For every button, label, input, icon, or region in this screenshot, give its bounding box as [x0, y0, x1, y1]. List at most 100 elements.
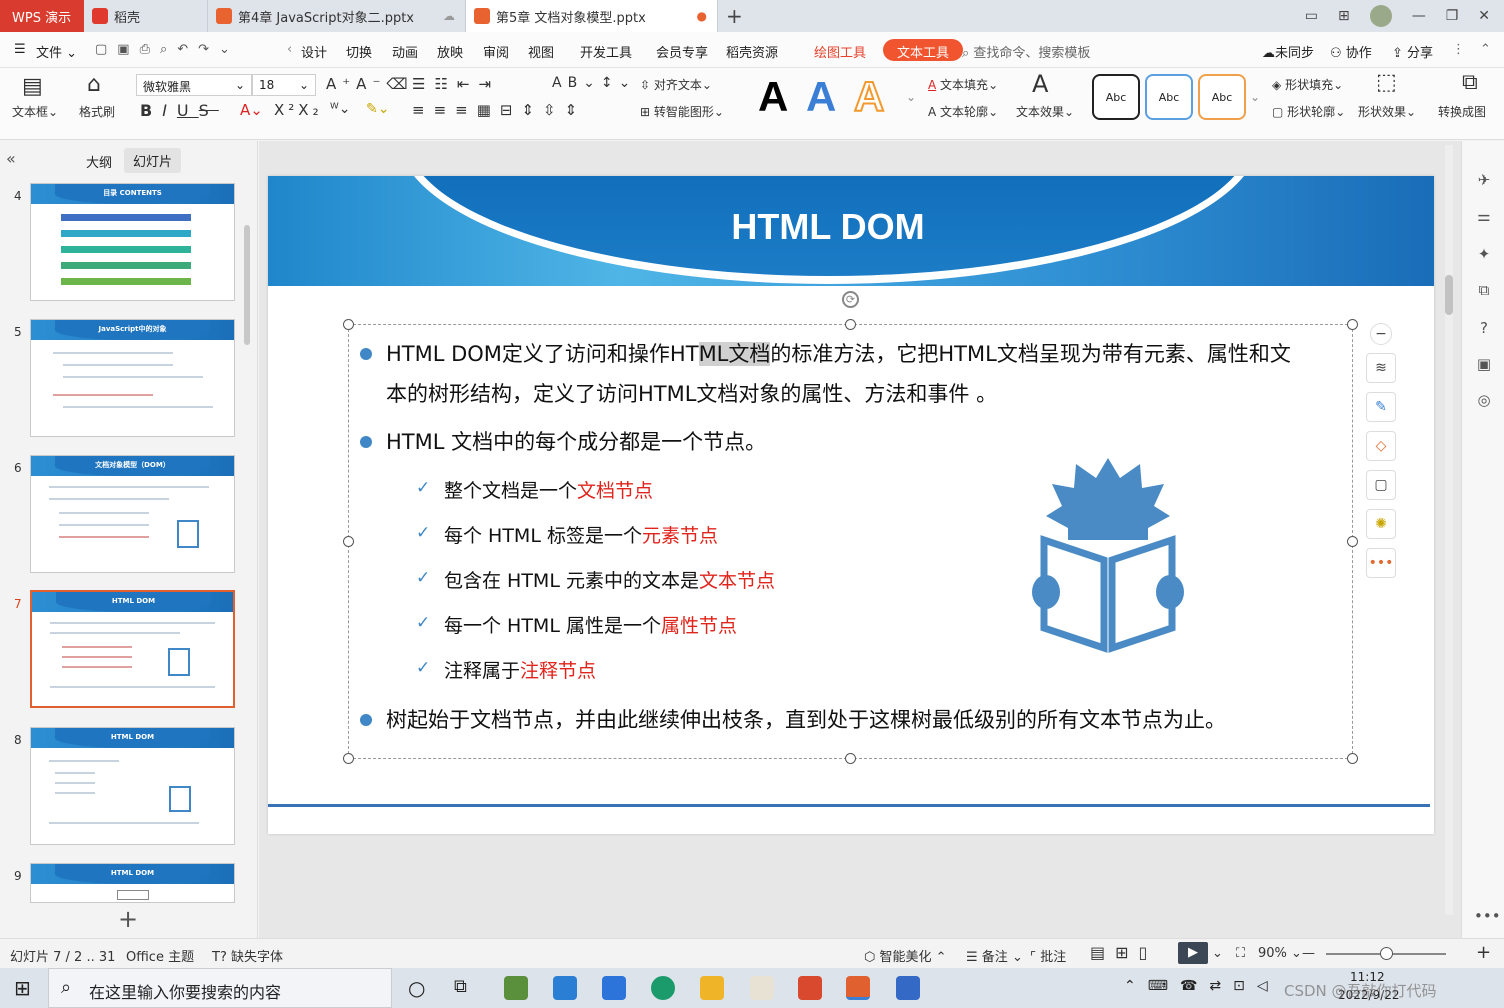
menu-view[interactable]: 视图 — [528, 42, 554, 61]
resize-handle[interactable] — [845, 753, 856, 764]
resize-handle[interactable] — [343, 753, 354, 764]
wps-writer-icon[interactable] — [896, 976, 920, 1000]
text-selection-box[interactable] — [348, 324, 1353, 759]
comments-button[interactable]: ⌜ 批注 — [1030, 946, 1066, 965]
paint-icon[interactable] — [750, 976, 774, 1000]
hamburger-icon[interactable]: ☰ — [14, 42, 26, 57]
menu-daoke-resources[interactable]: 稻壳资源 — [726, 42, 778, 61]
shape-style-more-icon[interactable]: ⌄ — [1250, 90, 1260, 104]
zoom-in-icon[interactable]: + — [1476, 942, 1491, 963]
layers-icon[interactable]: ≋ — [1366, 353, 1396, 383]
menu-slideshow[interactable]: 放映 — [437, 42, 463, 61]
avatar[interactable] — [1369, 5, 1392, 27]
slide-thumbnail-9[interactable]: HTML DOM — [30, 863, 235, 903]
slide-thumbnail-6[interactable]: 文档对象模型（DOM） — [30, 455, 235, 573]
font-size-select[interactable]: 18 ⌄ — [252, 74, 316, 96]
tab-chapter4[interactable]: 第4章 JavaScript对象二.pptx ☁ — [208, 0, 466, 32]
rocket-icon[interactable]: ✈ — [1474, 171, 1494, 191]
html-icon[interactable] — [798, 976, 822, 1000]
new-tab-button[interactable]: + — [726, 4, 743, 28]
pen-icon[interactable]: ✎ — [1366, 392, 1396, 422]
share-button[interactable]: ⇪ 分享 — [1392, 42, 1433, 61]
text-style-orange-outline[interactable]: A — [853, 72, 885, 122]
superscript-subscript-icons[interactable]: X²X₂ — [274, 101, 323, 119]
text-style-black[interactable]: A — [758, 72, 788, 122]
theme-name[interactable]: Office 主题 — [126, 946, 194, 965]
unsaved-dot-icon[interactable]: ● — [697, 9, 707, 23]
slide-thumbnail-5[interactable]: JavaScript中的对象 — [30, 319, 235, 437]
shape-effect-button[interactable]: 形状效果⌄ — [1358, 103, 1416, 120]
align-text-button[interactable]: ⇳ 对齐文本⌄ — [640, 76, 712, 93]
notes-button[interactable]: ☰ 备注 ⌄ — [966, 946, 1023, 965]
menu-file[interactable]: 文件 ⌄ — [36, 42, 77, 61]
window-icon[interactable]: ⧉ — [1474, 281, 1494, 301]
panel-scrollbar[interactable] — [244, 225, 250, 345]
tab-daoke[interactable]: 稻壳 — [84, 0, 208, 32]
menu-devtools[interactable]: 开发工具 — [580, 42, 632, 61]
convert-button[interactable]: 转换成图 — [1438, 103, 1486, 120]
tray-icons[interactable]: ⌃⌨☎⇄⊡◁ — [1124, 978, 1280, 994]
zoom-out-icon[interactable]: — — [1302, 946, 1315, 961]
grid-icon[interactable]: ⊞ — [1338, 8, 1350, 24]
slide-thumbnail-8[interactable]: HTML DOM — [30, 727, 235, 845]
task-view-icon[interactable]: ⧉ — [454, 976, 467, 997]
resize-handle[interactable] — [343, 319, 354, 330]
text-outline-button[interactable]: A 文本轮廓⌄ — [928, 103, 998, 120]
help-icon[interactable]: ? — [1474, 319, 1494, 339]
play-icon[interactable]: ▶ — [1178, 942, 1208, 964]
text-direction-icons[interactable]: AB⌄↕⌄ — [552, 75, 636, 91]
font-family-select[interactable]: 微软雅黑 ⌄ — [136, 74, 252, 96]
shape-fill-button[interactable]: ◈ 形状填充⌄ — [1272, 76, 1343, 93]
cortana-icon[interactable]: ○ — [408, 976, 425, 1000]
text-fill-button[interactable]: A 文本填充⌄ — [928, 76, 998, 93]
menu-drawing-tools[interactable]: 绘图工具 — [814, 42, 866, 61]
menu-member[interactable]: 会员专享 — [656, 42, 708, 61]
more-icon[interactable]: ⋮ — [1452, 42, 1465, 57]
target-icon[interactable]: ◎ — [1474, 391, 1494, 411]
restore-icon[interactable]: ❐ — [1446, 8, 1459, 24]
quick-access-icons[interactable]: ▢▣⎙⌕↶↷⌄ — [95, 42, 240, 57]
resize-handle[interactable] — [343, 536, 354, 547]
fill-icon[interactable]: ◇ — [1366, 431, 1396, 461]
resize-handle[interactable] — [1347, 536, 1358, 547]
slide-thumbnail-4[interactable]: 目录 CONTENTS — [30, 183, 235, 301]
shape-style-1[interactable]: Abc — [1092, 74, 1140, 120]
textbox-button[interactable]: 文本框⌄ — [12, 103, 58, 120]
sync-status[interactable]: ☁未同步 — [1262, 42, 1314, 61]
canvas-scrollbar[interactable] — [1445, 145, 1453, 915]
chevron-left-icon[interactable]: ‹ — [287, 42, 292, 57]
resize-handle[interactable] — [1347, 753, 1358, 764]
missing-font[interactable]: T? 缺失字体 — [212, 946, 283, 965]
image-icon[interactable]: ▣ — [1474, 355, 1494, 375]
scroll-thumb[interactable] — [1445, 275, 1453, 315]
frame-icon[interactable]: ▢ — [1366, 470, 1396, 500]
shape-style-2[interactable]: Abc — [1145, 74, 1193, 120]
zoom-level[interactable]: 90% ⌄ — [1258, 946, 1302, 961]
menu-transition[interactable]: 切换 — [346, 42, 372, 61]
collaborate-button[interactable]: ⚇ 协作 — [1330, 42, 1372, 61]
more-tools-icon[interactable]: ••• — [1366, 548, 1396, 578]
command-search[interactable]: ⌕ 查找命令、搜索模板 — [962, 42, 1090, 61]
font-style-icons[interactable]: BIUS — [140, 101, 219, 120]
shape-style-3[interactable]: Abc — [1198, 74, 1246, 120]
zoom-slider-thumb[interactable] — [1380, 947, 1393, 960]
shape-outline-button[interactable]: ▢ 形状轮廓⌄ — [1272, 103, 1345, 120]
rotate-handle-icon[interactable]: ⟳ — [842, 291, 859, 308]
edge-icon[interactable] — [651, 976, 675, 1000]
tab-outline[interactable]: 大纲 — [86, 152, 112, 171]
resize-handle[interactable] — [845, 319, 856, 330]
layout-icon[interactable]: ▭ — [1305, 8, 1318, 24]
view-mode-icons[interactable]: ▤⊞▯ — [1090, 943, 1157, 962]
tab-slides[interactable]: 幻灯片 — [124, 148, 182, 173]
smart-shape-button[interactable]: ⊞ 转智能图形⌄ — [640, 103, 724, 120]
more-icon[interactable]: ••• — [1474, 907, 1501, 927]
wps-presentation-icon[interactable] — [846, 976, 870, 1000]
text-style-more-icon[interactable]: ⌄ — [906, 90, 916, 104]
windows-start-icon[interactable]: ⊞ — [14, 976, 31, 1000]
text-style-blue[interactable]: A — [806, 72, 836, 122]
play-options-icon[interactable]: ⌄ — [1212, 946, 1223, 961]
menu-animation[interactable]: 动画 — [392, 42, 418, 61]
add-slide-button[interactable]: + — [118, 905, 138, 933]
collapse-tools-icon[interactable]: − — [1370, 323, 1392, 345]
format-brush-button[interactable]: 格式刷 — [79, 103, 115, 120]
